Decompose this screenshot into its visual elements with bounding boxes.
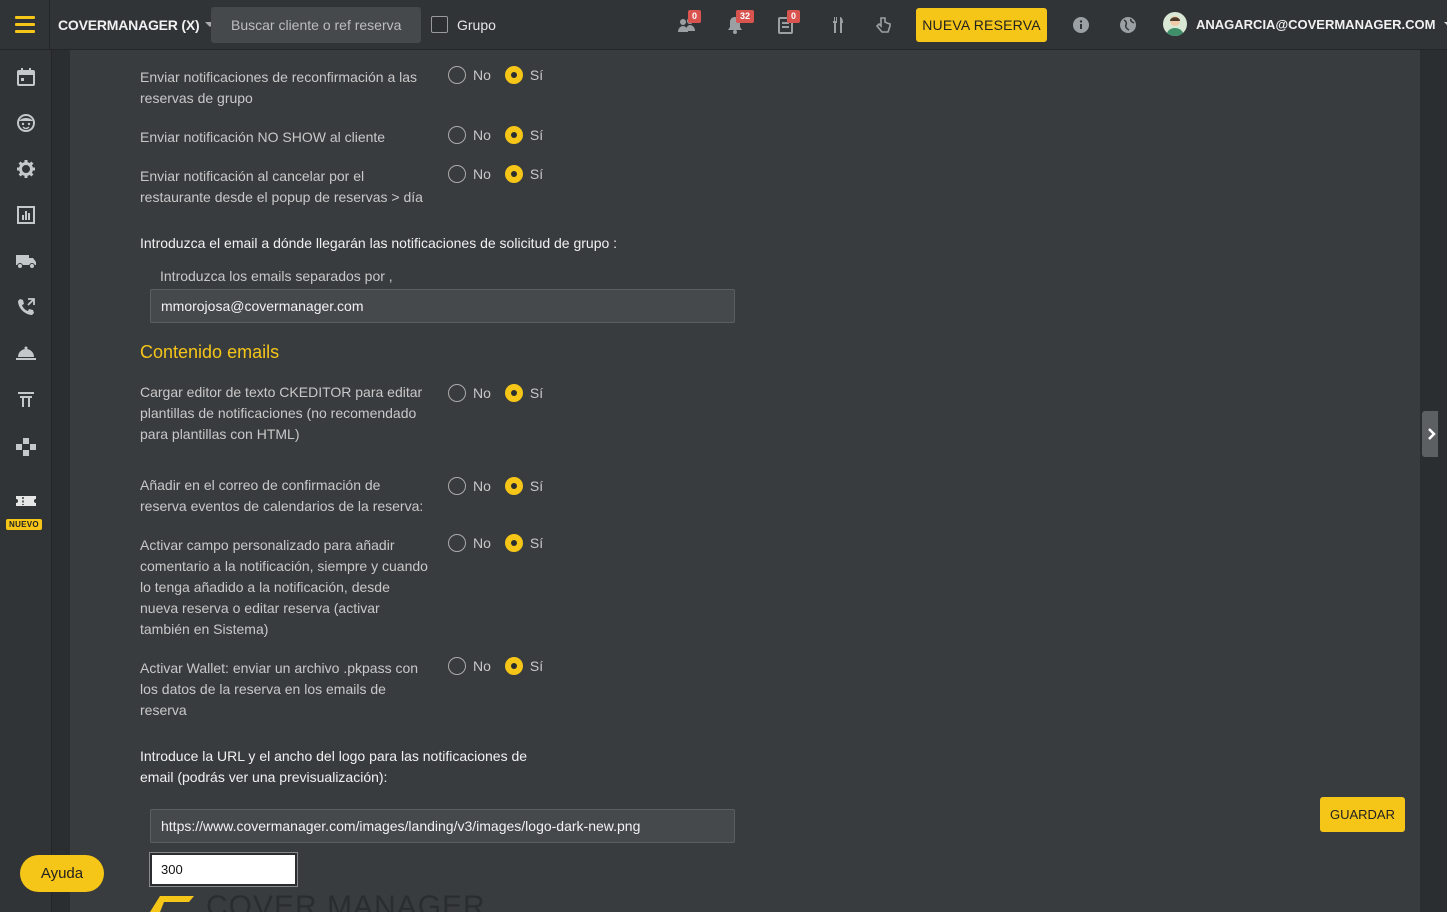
radio-no-label: No	[473, 658, 491, 674]
radio-yes[interactable]	[504, 477, 523, 495]
gamepad-icon[interactable]	[15, 436, 37, 458]
scrollbar[interactable]	[1438, 50, 1447, 912]
task-list-icon[interactable]: 0	[775, 10, 801, 36]
radio-no[interactable]	[448, 534, 466, 552]
radio-no[interactable]	[448, 477, 466, 495]
help-button[interactable]: Ayuda	[20, 855, 104, 892]
section-title: Contenido emails	[140, 342, 280, 362]
radio-no-label: No	[473, 166, 491, 182]
ticket-icon[interactable]	[15, 490, 37, 512]
user-email: ANAGARCIA@COVERMANAGER.COM	[1196, 16, 1436, 32]
logo-url-input[interactable]: https://www.covermanager.com/images/land…	[150, 809, 735, 843]
hand-pointer-icon[interactable]	[872, 14, 894, 36]
radio-group-custom-field: No Sí	[448, 534, 557, 552]
alerts-badge: 32	[736, 10, 755, 23]
radio-yes-label: Sí	[529, 385, 544, 401]
bell-icon[interactable]: 32	[724, 10, 755, 36]
radio-yes-label: Sí	[529, 127, 544, 143]
new-booking-button[interactable]: NUEVA RESERVA	[916, 8, 1047, 42]
avatar	[1163, 12, 1187, 36]
radio-yes-label: Sí	[529, 67, 544, 83]
chart-icon[interactable]	[15, 204, 37, 226]
setting-label: Enviar notificación NO SHOW al cliente	[140, 129, 386, 145]
groups-badge: 0	[688, 10, 702, 23]
radio-no-label: No	[473, 127, 491, 143]
calendar-icon[interactable]	[15, 66, 37, 88]
radio-no[interactable]	[448, 165, 466, 183]
radio-group-reconfirmation: No Sí	[448, 66, 557, 84]
restaurant-name: COVERMANAGER (X)	[58, 16, 200, 33]
setting-label: Activar campo personalizado para añadir …	[140, 537, 428, 637]
checkbox-box[interactable]	[431, 16, 448, 33]
chevron-right-icon	[1427, 428, 1436, 440]
cloche-icon[interactable]	[15, 342, 37, 364]
search-input[interactable]	[211, 7, 421, 43]
restaurant-selector[interactable]: COVERMANAGER (X)	[58, 16, 216, 33]
setting-label: Añadir en el correo de confirmación de r…	[140, 477, 424, 514]
group-email-heading: Introduzca el email a dónde llegarán las…	[140, 235, 618, 251]
phone-icon[interactable]	[15, 296, 37, 318]
radio-yes[interactable]	[504, 534, 523, 552]
radio-yes[interactable]	[504, 165, 523, 183]
logo-preview: COVER MANAGER	[150, 892, 486, 912]
radio-group-cancel: No Sí	[448, 165, 557, 183]
radio-no-label: No	[473, 67, 491, 83]
save-button[interactable]: GUARDAR	[1320, 797, 1405, 832]
grupo-checkbox[interactable]: Grupo	[431, 16, 496, 33]
radio-no[interactable]	[448, 66, 466, 84]
face-icon[interactable]	[15, 112, 37, 134]
radio-yes[interactable]	[504, 384, 523, 402]
radio-group-calendar-events: No Sí	[448, 477, 557, 495]
cutlery-icon[interactable]	[827, 14, 849, 36]
new-tag: NUEVO	[6, 519, 42, 530]
sidebar: NUEVO	[0, 50, 52, 912]
user-menu[interactable]: ANAGARCIA@COVERMANAGER.COM	[1163, 12, 1447, 36]
group-email-input[interactable]: mmorojosa@covermanager.com	[150, 289, 735, 323]
radio-yes[interactable]	[504, 657, 523, 675]
radio-no[interactable]	[448, 126, 466, 144]
truck-icon[interactable]	[15, 250, 37, 272]
radio-no[interactable]	[448, 657, 466, 675]
radio-no-label: No	[473, 385, 491, 401]
radio-yes-label: Sí	[529, 478, 544, 494]
radio-group-wallet: No Sí	[448, 657, 557, 675]
logo-heading: Introduce la URL y el ancho del logo par…	[140, 748, 528, 785]
setting-label: Enviar notificaciones de reconfirmación …	[140, 69, 418, 106]
setting-label: Enviar notificación al cancelar por el r…	[140, 168, 423, 205]
hamburger-menu-icon[interactable]	[0, 0, 50, 50]
radio-no[interactable]	[448, 384, 466, 402]
radio-yes-label: Sí	[529, 535, 544, 551]
pergola-icon[interactable]	[15, 388, 37, 410]
group-email-hint: Introduzca los emails separados por ,	[160, 268, 393, 284]
logo-width-input[interactable]: 300	[149, 852, 298, 887]
radio-yes-label: Sí	[529, 658, 544, 674]
radio-yes[interactable]	[504, 126, 523, 144]
groups-icon[interactable]: 0	[676, 10, 702, 36]
logo-preview-text: COVER MANAGER	[206, 892, 486, 912]
radio-group-no-show: No Sí	[448, 126, 557, 144]
radio-no-label: No	[473, 478, 491, 494]
gear-icon[interactable]	[15, 158, 37, 180]
globe-icon[interactable]	[1117, 14, 1139, 36]
setting-label: Activar Wallet: enviar un archivo .pkpas…	[140, 660, 419, 718]
info-icon[interactable]	[1070, 14, 1092, 36]
logo-mark-icon	[150, 892, 196, 912]
setting-label: Cargar editor de texto CKEDITOR para edi…	[140, 384, 423, 442]
radio-no-label: No	[473, 535, 491, 551]
tasks-badge: 0	[787, 10, 801, 23]
grupo-label: Grupo	[457, 16, 496, 33]
radio-yes-label: Sí	[529, 166, 544, 182]
radio-yes[interactable]	[504, 66, 523, 84]
radio-group-ckeditor: No Sí	[448, 384, 557, 402]
